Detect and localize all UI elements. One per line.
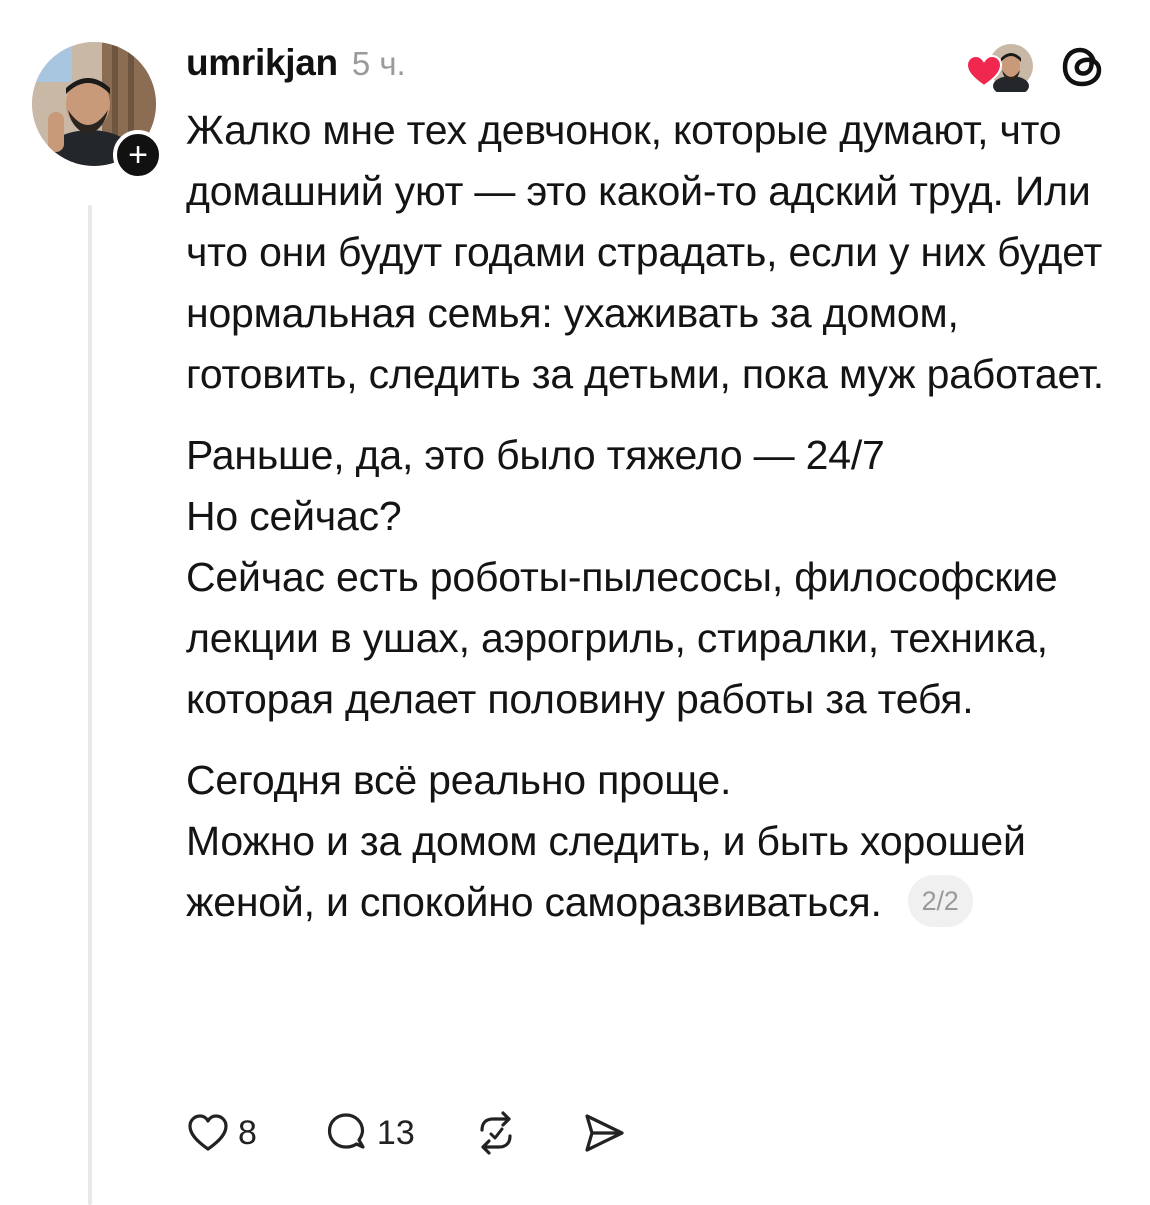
post-paragraph-6-wrap: Можно и за домом следить, и быть хорошей… bbox=[186, 811, 1126, 933]
post-paragraph-6: Можно и за домом следить, и быть хорошей… bbox=[186, 818, 1026, 925]
liked-by-avatar-heart-icon bbox=[965, 44, 1033, 96]
thread-line bbox=[88, 205, 92, 1205]
username[interactable]: umrikjan bbox=[186, 42, 338, 84]
share-button[interactable] bbox=[581, 1110, 627, 1156]
send-icon bbox=[585, 1114, 624, 1152]
post-paragraph-1: Жалко мне тех девчонок, которые думают, … bbox=[186, 107, 1104, 397]
repost-button[interactable] bbox=[473, 1110, 519, 1156]
post-paragraph-3: Но сейчас? bbox=[186, 493, 402, 539]
post-paragraph-5: Сегодня всё реально проще. bbox=[186, 757, 732, 803]
comment-button[interactable]: 13 bbox=[323, 1110, 415, 1156]
liked-by-avatar[interactable] bbox=[965, 42, 1035, 96]
post-header: umrikjan 5 ч. bbox=[186, 42, 406, 84]
post-time: 5 ч. bbox=[351, 45, 406, 82]
page-indicator: 2/2 bbox=[907, 875, 973, 928]
repost-icon bbox=[480, 1111, 512, 1155]
plus-icon: + bbox=[128, 136, 148, 174]
like-button[interactable]: 8 bbox=[186, 1111, 257, 1155]
comment-bubble-icon bbox=[327, 1113, 365, 1149]
post-body: Жалко мне тех девчонок, которые думают, … bbox=[186, 100, 1126, 933]
post-paragraph-4: Сейчас есть роботы-пылесосы, философские… bbox=[186, 554, 1058, 722]
heart-icon bbox=[188, 1114, 228, 1151]
comment-count: 13 bbox=[376, 1113, 415, 1152]
like-count: 8 bbox=[238, 1113, 257, 1152]
follow-button[interactable]: + bbox=[113, 130, 163, 180]
threads-logo-icon[interactable] bbox=[1058, 42, 1108, 92]
action-bar: 8 13 bbox=[186, 1103, 627, 1163]
post-paragraph-2: Раньше, да, это было тяжело — 24/7 bbox=[186, 432, 885, 478]
